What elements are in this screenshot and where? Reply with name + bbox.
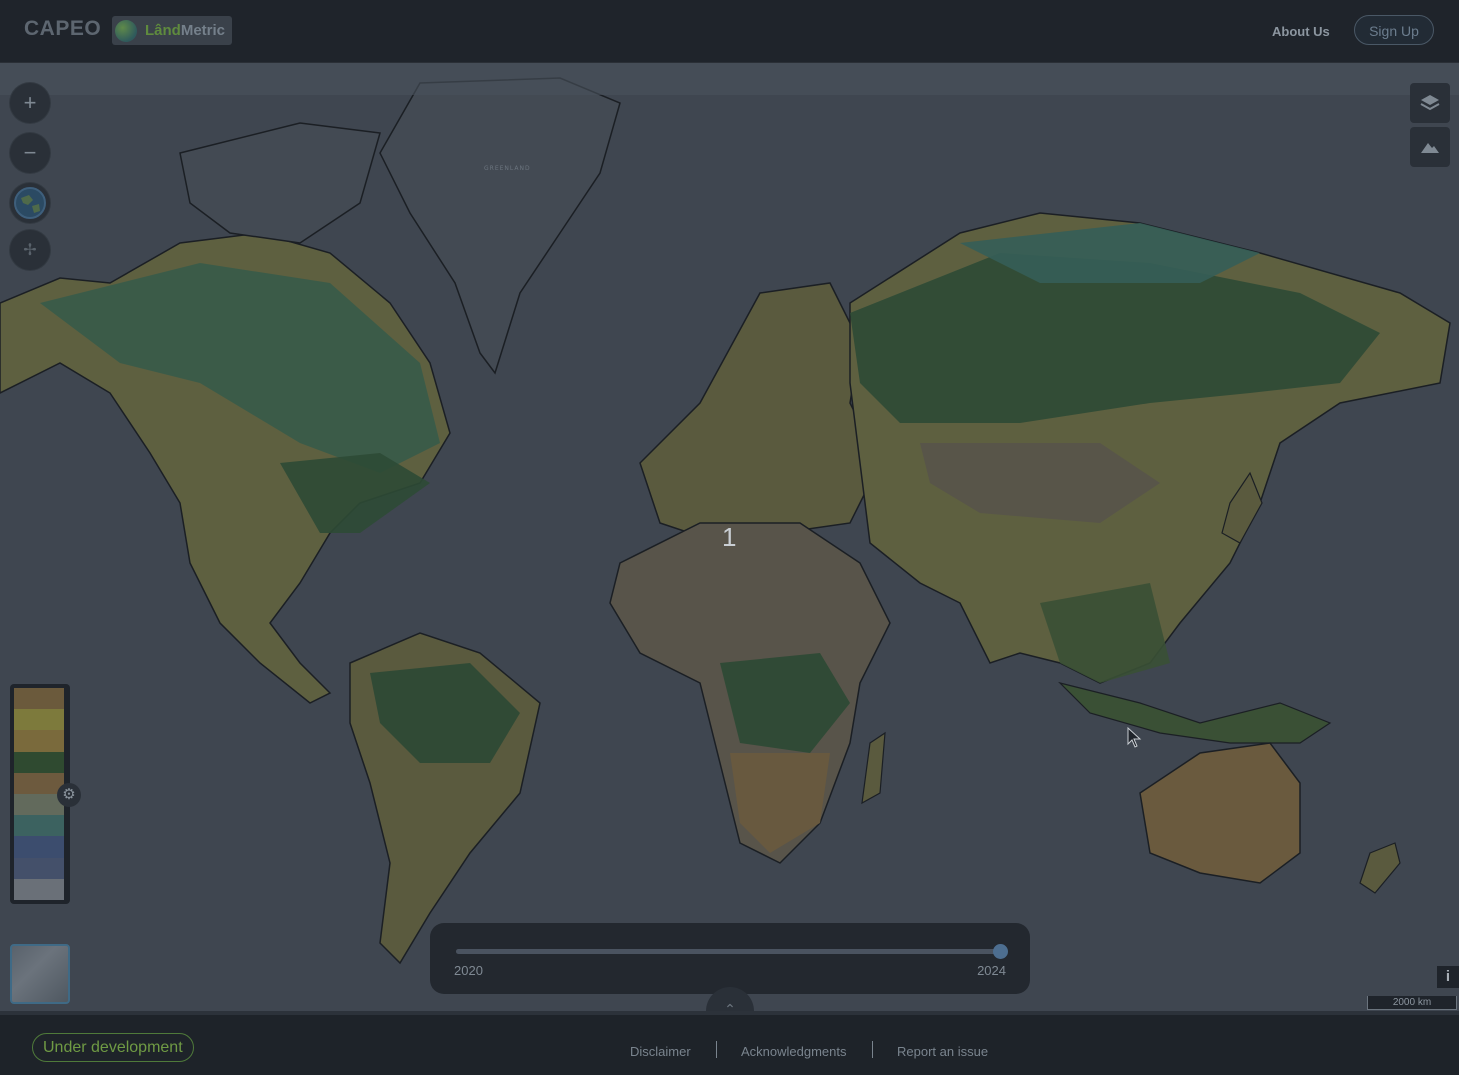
page-footer: Under development Disclaimer Acknowledgm… <box>0 1011 1459 1075</box>
pan-button[interactable]: ✢ <box>10 230 50 270</box>
zoom-out-button[interactable]: − <box>10 133 50 173</box>
mountain-icon <box>1421 143 1439 153</box>
under-development-badge: Under development <box>32 1033 194 1062</box>
globe-view-button[interactable] <box>10 183 50 223</box>
about-us-link[interactable]: About Us <box>1272 24 1330 39</box>
top-header: CAPEO LândMetric About Us Sign Up <box>0 0 1459 63</box>
slider-start-year: 2020 <box>454 963 483 978</box>
time-slider-panel: 2020 2024 <box>430 923 1030 994</box>
legend-swatch <box>14 878 64 900</box>
logo-text: LândMetric <box>145 22 226 39</box>
legend-swatch <box>14 751 64 773</box>
layers-icon <box>1420 95 1440 111</box>
legend-swatch <box>14 688 64 710</box>
footer-separator <box>716 1041 717 1058</box>
time-slider-track[interactable] <box>456 944 1008 959</box>
footer-separator <box>872 1041 873 1058</box>
report-issue-link[interactable]: Report an issue <box>897 1044 988 1059</box>
scale-bar: 2000 km <box>1367 996 1457 1010</box>
globe-icon <box>14 187 46 219</box>
label-greenland: GREENLAND <box>484 165 531 172</box>
globe-logo-icon <box>115 19 137 42</box>
legend-swatch <box>14 709 64 731</box>
map-top-haze <box>0 63 1459 95</box>
legend-swatch <box>14 857 64 879</box>
landmetric-logo[interactable]: LândMetric <box>112 16 232 45</box>
acknowledgments-link[interactable]: Acknowledgments <box>741 1044 847 1059</box>
legend-swatch <box>14 836 64 858</box>
disclaimer-link[interactable]: Disclaimer <box>630 1044 691 1059</box>
legend-swatch <box>14 815 64 837</box>
layers-button[interactable] <box>1410 83 1450 123</box>
info-button[interactable]: i <box>1437 966 1459 988</box>
terrain-button[interactable] <box>1410 127 1450 167</box>
sign-up-button[interactable]: Sign Up <box>1354 15 1434 45</box>
mouse-cursor-icon <box>1127 727 1142 748</box>
time-slider-fill <box>456 949 1000 954</box>
slider-end-year: 2024 <box>977 963 1006 978</box>
brand-name[interactable]: CAPEO <box>24 17 101 41</box>
gear-icon: ⚙ <box>62 786 76 803</box>
legend-swatch <box>14 730 64 752</box>
cluster-count[interactable]: 1 <box>722 522 736 553</box>
time-slider-thumb[interactable] <box>993 944 1008 959</box>
basemap-thumbnail-button[interactable] <box>10 944 70 1004</box>
zoom-in-button[interactable]: + <box>10 83 50 123</box>
legend-settings-button[interactable]: ⚙ <box>57 783 81 807</box>
